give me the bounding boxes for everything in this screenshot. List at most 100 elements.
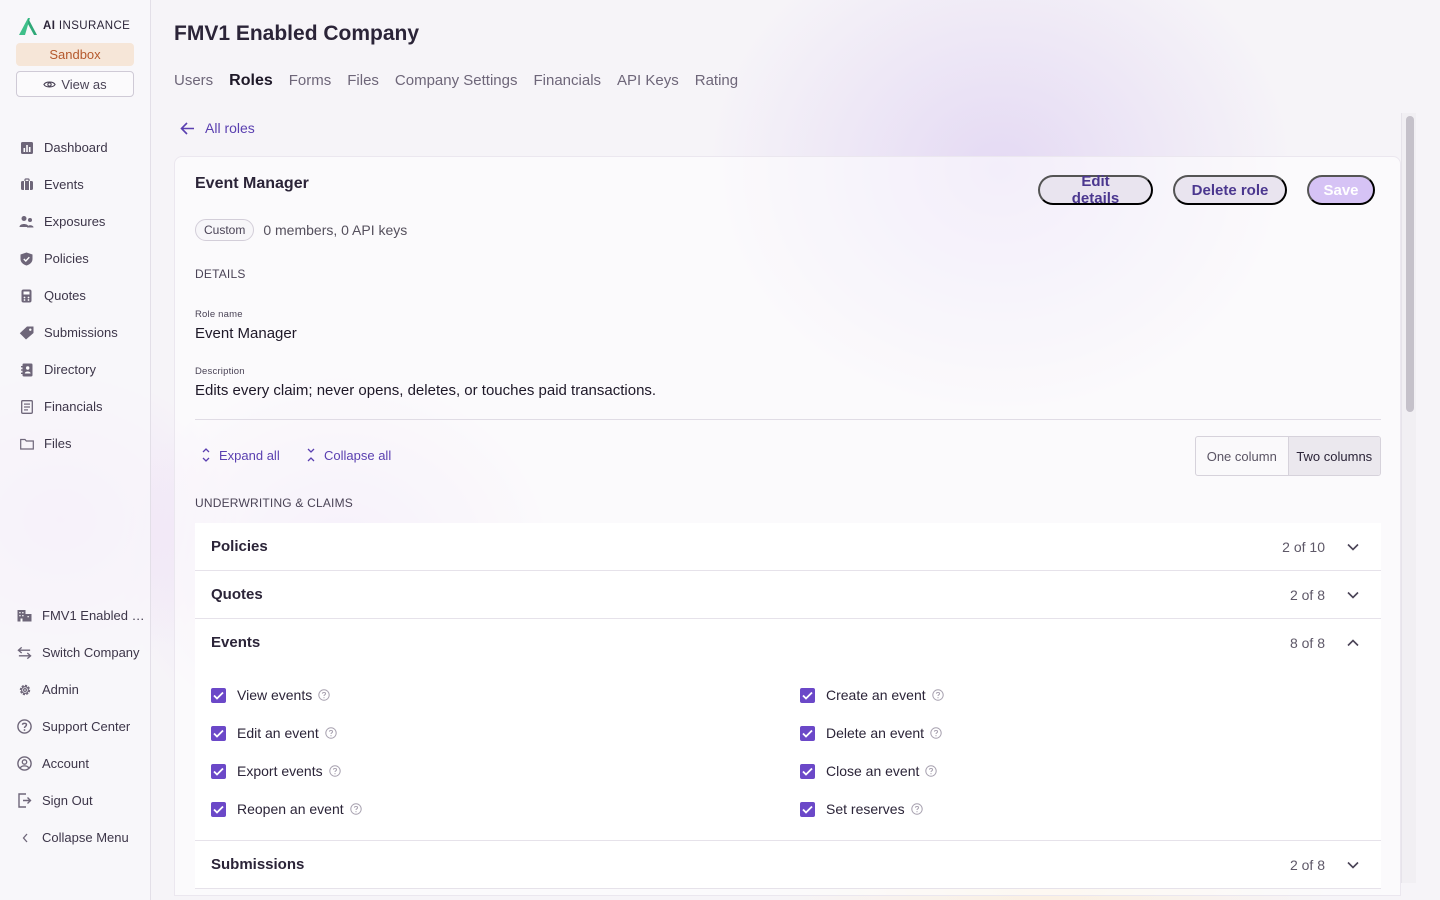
chevron-down-icon[interactable] (1345, 857, 1361, 873)
tab-rating[interactable]: Rating (695, 70, 738, 91)
permission-item: Delete an event (800, 714, 1381, 752)
eye-icon (43, 81, 57, 87)
permission-item: Export events (211, 752, 800, 790)
sidebar-item-quotes[interactable]: Quotes (0, 277, 151, 314)
help-icon[interactable] (318, 689, 330, 701)
permission-item: View events (211, 676, 800, 714)
group-header[interactable]: Quotes 2 of 8 (195, 571, 1381, 618)
permission-label: Export events (237, 763, 323, 779)
group-header[interactable]: Events 8 of 8 (195, 619, 1381, 666)
sidebar-item-financials[interactable]: Financials (0, 388, 151, 425)
sidebar-item-switch-company[interactable]: Switch Company (0, 634, 151, 671)
sidebar-item-label: Account (42, 756, 89, 771)
bar-chart-icon (19, 140, 34, 155)
people-icon (19, 214, 34, 229)
back-link-label: All roles (205, 120, 255, 136)
help-circle-icon (17, 719, 32, 734)
tab-financials[interactable]: Financials (534, 70, 602, 91)
permission-label: Set reserves (826, 801, 905, 817)
chevron-up-icon[interactable] (1345, 635, 1361, 651)
permission-label: Create an event (826, 687, 926, 703)
scrollbar[interactable] (1401, 113, 1416, 883)
app-logo[interactable]: AI INSURANCE (17, 16, 130, 36)
sidebar-item-exposures[interactable]: Exposures (0, 203, 151, 240)
sidebar-item-company[interactable]: FMV1 Enabled Company (0, 597, 151, 634)
chevron-down-icon[interactable] (1345, 587, 1361, 603)
collapse-menu-button[interactable]: Collapse Menu (0, 819, 151, 856)
delete-role-button[interactable]: Delete role (1173, 175, 1287, 205)
sidebar-item-support[interactable]: Support Center (0, 708, 151, 745)
tab-api-keys[interactable]: API Keys (617, 70, 679, 91)
tab-files[interactable]: Files (347, 70, 379, 91)
chevron-down-icon[interactable] (1345, 539, 1361, 555)
member-summary: 0 members, 0 API keys (263, 222, 408, 238)
sidebar-item-directory[interactable]: Directory (0, 351, 151, 388)
logo-mark-icon (19, 18, 37, 35)
sidebar-item-files[interactable]: Files (0, 425, 151, 462)
building-icon (17, 608, 32, 623)
permission-checkbox[interactable] (800, 687, 815, 703)
permission-checkbox[interactable] (211, 687, 226, 703)
shield-icon (19, 251, 34, 266)
sidebar-item-label: Admin (42, 682, 79, 697)
chevron-left-icon (17, 830, 32, 845)
sidebar-item-events[interactable]: Events (0, 166, 151, 203)
two-columns-option[interactable]: Two columns (1287, 437, 1380, 475)
role-name-value: Event Manager (195, 325, 297, 342)
sidebar-item-label: Financials (44, 399, 103, 414)
edit-details-button[interactable]: Edit details (1038, 173, 1153, 207)
sidebar-item-label: Sign Out (42, 793, 93, 808)
group-count: 8 of 8 (1289, 634, 1325, 651)
back-to-all-roles-link[interactable]: All roles (180, 120, 255, 136)
expand-all-button[interactable]: Expand all (201, 447, 280, 463)
group-header[interactable]: Policies 2 of 10 (195, 523, 1381, 570)
tag-icon (19, 325, 34, 340)
ledger-icon (19, 399, 34, 414)
permission-label: Reopen an event (237, 801, 344, 817)
help-icon[interactable] (349, 803, 362, 815)
group-name: Events (211, 634, 261, 651)
tab-users[interactable]: Users (174, 70, 213, 91)
group-count: 2 of 10 (1282, 538, 1325, 555)
description-label: Description (195, 366, 245, 377)
tab-forms[interactable]: Forms (289, 70, 332, 91)
permission-groups: Policies 2 of 10 Quotes 2 of 8 Events 8 … (195, 523, 1381, 889)
sidebar-item-submissions[interactable]: Submissions (0, 314, 151, 351)
permission-checkbox[interactable] (800, 801, 815, 817)
sidebar-bottom-nav: FMV1 Enabled Company Switch Company Admi… (0, 597, 151, 856)
sidebar-item-admin[interactable]: Admin (0, 671, 151, 708)
help-icon[interactable] (910, 803, 923, 815)
sidebar: AI INSURANCE Sandbox View as Dashboard E… (0, 0, 151, 900)
help-icon[interactable] (931, 689, 944, 701)
help-icon[interactable] (325, 727, 337, 739)
permission-group-events: Events 8 of 8 View events Create an even… (195, 619, 1381, 841)
collapse-all-button[interactable]: Collapse all (306, 447, 391, 463)
sidebar-item-account[interactable]: Account (0, 745, 151, 782)
tab-company-settings[interactable]: Company Settings (395, 70, 518, 91)
permission-checkbox[interactable] (211, 801, 226, 817)
scrollbar-thumb[interactable] (1406, 116, 1414, 412)
permission-checkbox[interactable] (211, 725, 226, 741)
sidebar-nav: Dashboard Events Exposures Policies Quot… (0, 129, 151, 462)
group-header[interactable]: Submissions 2 of 8 (195, 841, 1381, 888)
save-button[interactable]: Save (1307, 175, 1375, 205)
group-name: Policies (211, 538, 268, 555)
permission-checkbox[interactable] (800, 763, 815, 779)
permission-checkbox[interactable] (211, 763, 226, 779)
view-as-button[interactable]: View as (16, 71, 134, 97)
sidebar-item-dashboard[interactable]: Dashboard (0, 129, 151, 166)
arrow-left-icon (180, 121, 194, 135)
sidebar-item-label: Exposures (44, 214, 106, 229)
sidebar-item-sign-out[interactable]: Sign Out (0, 782, 151, 819)
sidebar-item-label: Files (44, 436, 72, 451)
one-column-option[interactable]: One column (1196, 437, 1288, 475)
tab-roles[interactable]: Roles (229, 70, 273, 91)
permission-checkbox[interactable] (800, 725, 815, 741)
sidebar-item-policies[interactable]: Policies (0, 240, 151, 277)
help-icon[interactable] (328, 765, 341, 777)
description-value: Edits every claim; never opens, deletes,… (195, 382, 657, 399)
underwriting-claims-heading: UNDERWRITING & CLAIMS (195, 496, 353, 510)
group-count: 2 of 8 (1289, 856, 1325, 873)
help-icon[interactable] (930, 727, 942, 739)
help-icon[interactable] (925, 765, 938, 777)
